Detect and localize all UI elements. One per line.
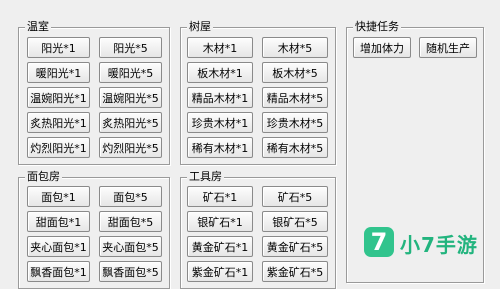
wood-1-button[interactable]: 木材*1: [187, 37, 253, 58]
sweet-bread-5-button[interactable]: 甜面包*5: [99, 211, 162, 232]
toolhouse-title: 工具房: [187, 170, 224, 184]
quality-wood-1-button[interactable]: 精品木材*1: [187, 87, 253, 108]
bread-5-button[interactable]: 面包*5: [99, 186, 162, 207]
filled-bread-5-button[interactable]: 夹心面包*5: [99, 236, 162, 257]
rare-wood-1-button[interactable]: 稀有木材*1: [187, 137, 253, 158]
ore-5-button[interactable]: 矿石*5: [262, 186, 328, 207]
purple-gold-ore-1-button[interactable]: 紫金矿石*1: [187, 261, 253, 282]
gentle-sunlight-1-button[interactable]: 温婉阳光*1: [27, 87, 90, 108]
greenhouse-title: 温室: [25, 20, 51, 34]
quality-wood-5-button[interactable]: 精品木材*5: [262, 87, 328, 108]
treehouse-title: 树屋: [187, 20, 213, 34]
precious-wood-5-button[interactable]: 珍贵木材*5: [262, 112, 328, 133]
gentle-sunlight-5-button[interactable]: 温婉阳光*5: [99, 87, 162, 108]
precious-wood-1-button[interactable]: 珍贵木材*1: [187, 112, 253, 133]
random-produce-button[interactable]: 随机生产: [419, 37, 477, 58]
scorching-sunlight-1-button[interactable]: 灼烈阳光*1: [27, 137, 90, 158]
fragrant-bread-5-button[interactable]: 飘香面包*5: [99, 261, 162, 282]
plank-wood-1-button[interactable]: 板木材*1: [187, 62, 253, 83]
rare-wood-5-button[interactable]: 稀有木材*5: [262, 137, 328, 158]
add-stamina-button[interactable]: 增加体力: [353, 37, 411, 58]
quick-tasks-title: 快捷任务: [353, 20, 401, 34]
gold-ore-5-button[interactable]: 黄金矿石*5: [262, 236, 328, 257]
plank-wood-5-button[interactable]: 板木材*5: [262, 62, 328, 83]
bread-1-button[interactable]: 面包*1: [27, 186, 90, 207]
silver-ore-5-button[interactable]: 银矿石*5: [262, 211, 328, 232]
bakery-group: 面包房 面包*1 面包*5 甜面包*1 甜面包*5 夹心面包*1 夹心面包*5 …: [18, 170, 170, 289]
scorching-sunlight-5-button[interactable]: 灼烈阳光*5: [99, 137, 162, 158]
warm-sunlight-1-button[interactable]: 暖阳光*1: [27, 62, 90, 83]
greenhouse-group: 温室 阳光*1 阳光*5 暖阳光*1 暖阳光*5 温婉阳光*1 温婉阳光*5 炙…: [18, 20, 170, 165]
watermark-logo: 7 小7手游: [360, 221, 500, 281]
fragrant-bread-1-button[interactable]: 飘香面包*1: [27, 261, 90, 282]
watermark-mark-icon: 7: [364, 227, 394, 257]
toolhouse-group: 工具房 矿石*1 矿石*5 银矿石*1 银矿石*5 黄金矿石*1 黄金矿石*5 …: [180, 170, 336, 289]
sunlight-5-button[interactable]: 阳光*5: [99, 37, 162, 58]
ore-1-button[interactable]: 矿石*1: [187, 186, 253, 207]
hot-sunlight-5-button[interactable]: 炙热阳光*5: [99, 112, 162, 133]
filled-bread-1-button[interactable]: 夹心面包*1: [27, 236, 90, 257]
treehouse-group: 树屋 木材*1 木材*5 板木材*1 板木材*5 精品木材*1 精品木材*5 珍…: [180, 20, 336, 165]
hot-sunlight-1-button[interactable]: 炙热阳光*1: [27, 112, 90, 133]
sunlight-1-button[interactable]: 阳光*1: [27, 37, 90, 58]
warm-sunlight-5-button[interactable]: 暖阳光*5: [99, 62, 162, 83]
bakery-title: 面包房: [25, 170, 62, 184]
sweet-bread-1-button[interactable]: 甜面包*1: [27, 211, 90, 232]
silver-ore-1-button[interactable]: 银矿石*1: [187, 211, 253, 232]
purple-gold-ore-5-button[interactable]: 紫金矿石*5: [262, 261, 328, 282]
wood-5-button[interactable]: 木材*5: [262, 37, 328, 58]
main-window: 温室 阳光*1 阳光*5 暖阳光*1 暖阳光*5 温婉阳光*1 温婉阳光*5 炙…: [0, 0, 500, 289]
gold-ore-1-button[interactable]: 黄金矿石*1: [187, 236, 253, 257]
watermark-text: 小7手游: [400, 233, 478, 257]
